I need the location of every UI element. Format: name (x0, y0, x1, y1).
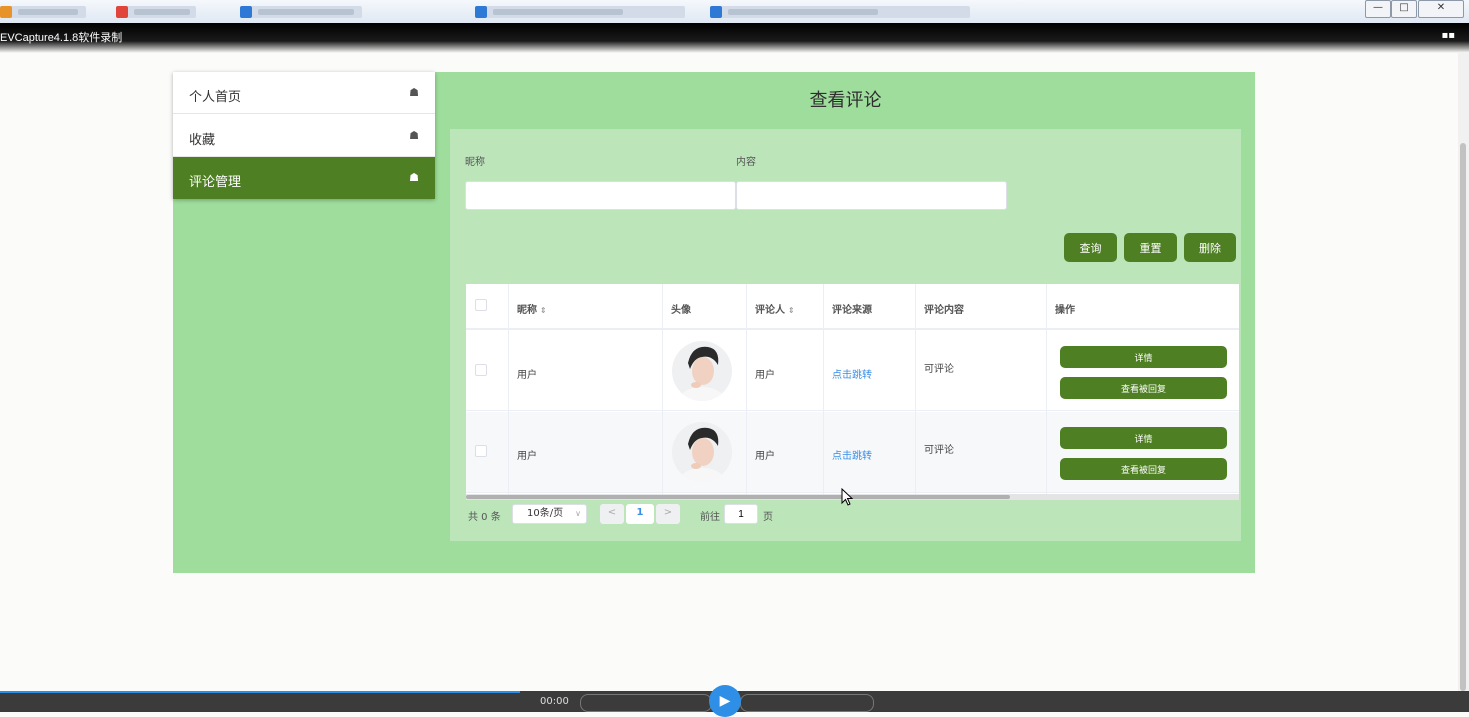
pagination-total: 共 0 条 (468, 512, 501, 523)
os-tab-wps[interactable] (0, 6, 86, 18)
mouse-cursor-icon (841, 487, 854, 509)
cell-content: 可评论 (924, 445, 954, 456)
sort-icon[interactable]: ⇕ (788, 306, 795, 315)
capture-title-bar: EVCapture4.1.8软件录制 ▪▪ (0, 23, 1469, 53)
select-all-checkbox[interactable] (475, 299, 487, 311)
scrollbar-thumb[interactable] (1460, 143, 1466, 691)
view-replies-button[interactable]: 查看被回复 (1060, 377, 1227, 399)
cell-content: 可评论 (924, 364, 954, 375)
player-controls-left[interactable] (580, 694, 712, 712)
os-tab-pdf[interactable] (116, 6, 196, 18)
capture-title: EVCapture4.1.8软件录制 (0, 32, 123, 44)
maximize-button[interactable]: □ (1391, 0, 1417, 18)
content-label: 内容 (736, 157, 756, 168)
header-commenter[interactable]: 评论人 ⇕ (755, 301, 795, 316)
home-icon: ☗ (409, 86, 419, 99)
user-avatar (672, 422, 732, 482)
content-input[interactable] (736, 181, 1007, 210)
prev-page-button[interactable]: < (600, 504, 624, 524)
comments-table: 昵称 ⇕ 头像 评论人 ⇕ 评论来源 评论内容 操作 用户 用户 点击跳转 可评论 … (466, 284, 1239, 494)
menu-item-favorites[interactable]: 收藏 ☗ (173, 115, 435, 157)
cell-nickname: 用户 (517, 370, 537, 381)
header-nickname[interactable]: 昵称 ⇕ (517, 301, 547, 316)
page-suffix-label: 页 (763, 512, 773, 523)
source-link[interactable]: 点击跳转 (832, 366, 872, 381)
minimize-button[interactable]: — (1365, 0, 1391, 18)
cell-commenter: 用户 (755, 370, 775, 381)
vertical-scrollbar[interactable] (1458, 53, 1469, 691)
reset-button[interactable]: 重置 (1124, 233, 1177, 262)
menu-item-label: 收藏 (189, 133, 216, 148)
os-tab-doc2[interactable] (710, 6, 970, 18)
video-player-bar: 00:00 ▶ (0, 685, 1469, 717)
page-size-select[interactable]: 10条/页 ∨ (512, 504, 587, 524)
nickname-label: 昵称 (465, 157, 485, 168)
header-avatar: 头像 (671, 305, 691, 316)
play-icon[interactable]: ▶ (709, 685, 741, 717)
menu-item-comment-management[interactable]: 评论管理 ☗ (173, 157, 435, 199)
playback-time: 00:00 (540, 696, 569, 707)
cell-commenter: 用户 (755, 451, 775, 462)
goto-label: 前往 (700, 512, 720, 523)
page-size-value: 10条/页 (527, 508, 564, 519)
header-actions: 操作 (1055, 305, 1075, 316)
detail-button[interactable]: 详情 (1060, 346, 1227, 368)
user-avatar (672, 341, 732, 401)
detail-button[interactable]: 详情 (1060, 427, 1227, 449)
home-icon: ☗ (409, 171, 419, 184)
query-button[interactable]: 查询 (1064, 233, 1117, 262)
grid-icon[interactable]: ▪▪ (1441, 30, 1455, 41)
chevron-left-icon: < (607, 507, 617, 518)
source-link[interactable]: 点击跳转 (832, 447, 872, 462)
table-header: 昵称 ⇕ 头像 评论人 ⇕ 评论来源 评论内容 操作 (466, 284, 1239, 330)
os-tab-browser[interactable] (475, 6, 685, 18)
row-checkbox[interactable] (475, 445, 487, 457)
menu-item-label: 个人首页 (189, 90, 242, 105)
chevron-right-icon: > (663, 507, 673, 518)
menu-item-home[interactable]: 个人首页 ☗ (173, 72, 435, 114)
header-label: 评论人 (755, 305, 785, 316)
side-menu: 个人首页 ☗ 收藏 ☗ 评论管理 ☗ (173, 72, 435, 199)
row-checkbox[interactable] (475, 364, 487, 376)
header-label: 昵称 (517, 305, 537, 316)
cell-nickname: 用户 (517, 451, 537, 462)
page-number-current[interactable]: 1 (626, 504, 654, 524)
chevron-down-icon: ∨ (575, 509, 581, 518)
scrollbar-thumb[interactable] (466, 495, 1010, 499)
playback-progress[interactable] (0, 691, 520, 693)
os-tab-doc[interactable] (240, 6, 362, 18)
view-replies-button[interactable]: 查看被回复 (1060, 458, 1227, 480)
header-content: 评论内容 (924, 305, 964, 316)
delete-button[interactable]: 删除 (1184, 233, 1236, 262)
home-icon: ☗ (409, 129, 419, 142)
os-taskbar: — □ ✕ (0, 0, 1469, 24)
goto-page-input[interactable] (724, 504, 758, 524)
next-page-button[interactable]: > (656, 504, 680, 524)
header-source: 评论来源 (832, 305, 872, 316)
close-button[interactable]: ✕ (1418, 0, 1464, 18)
menu-item-label: 评论管理 (189, 175, 242, 190)
player-controls-right[interactable] (740, 694, 874, 712)
page-title: 查看评论 (809, 90, 882, 111)
nickname-input[interactable] (465, 181, 736, 210)
sort-icon[interactable]: ⇕ (540, 306, 547, 315)
